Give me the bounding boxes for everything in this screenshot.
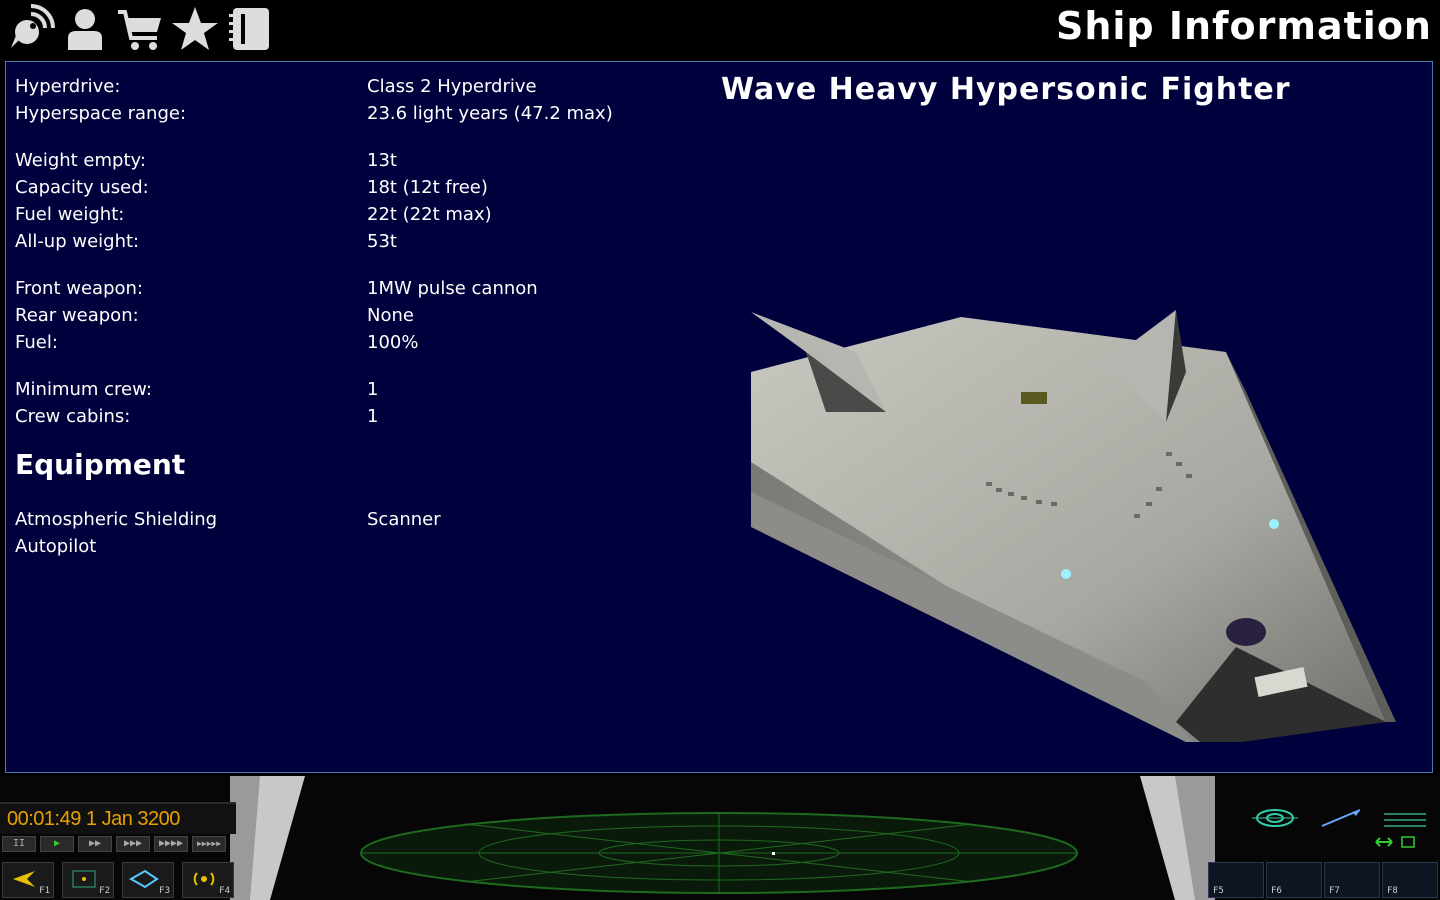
ship-model-view[interactable] — [746, 252, 1396, 742]
ship-info-panel: Hyperdrive: Class 2 Hyperdrive Hyperspac… — [5, 61, 1433, 773]
speed-4x-button[interactable]: ▶▶▶▶ — [154, 836, 188, 852]
hyperdrive-value: Class 2 Hyperdrive — [367, 76, 537, 97]
fuel-weight-value: 22t (22t max) — [367, 204, 492, 225]
reputation-star-icon[interactable] — [170, 4, 220, 54]
f2-key[interactable]: F2 — [62, 862, 114, 898]
clock-text: 00:01:49 1 Jan 3200 — [7, 808, 180, 830]
ship-name: Wave Heavy Hypersonic Fighter — [721, 72, 1291, 107]
ship-view-icon — [13, 871, 35, 887]
f3-key[interactable]: F3 — [122, 862, 174, 898]
bottom-console: 00:01:49 1 Jan 3200 II ▶ ▶▶ ▶▶▶ ▶▶▶▶ ▶▶▶… — [0, 776, 1440, 900]
weight-empty-value: 13t — [367, 150, 397, 171]
f7-key[interactable]: F7 — [1324, 862, 1380, 898]
target-icon[interactable] — [1252, 806, 1298, 830]
pause-button[interactable]: II — [2, 836, 36, 852]
front-weapon-label: Front weapon: — [15, 278, 143, 299]
capacity-used-label: Capacity used: — [15, 177, 149, 198]
fuel-value: 100% — [367, 332, 419, 353]
f5-key[interactable]: F5 — [1208, 862, 1264, 898]
crew-icon[interactable] — [60, 4, 110, 54]
f1-label: F1 — [39, 886, 50, 896]
console-bezel-right — [1140, 776, 1215, 900]
page-title: Ship Information — [1055, 4, 1432, 48]
f6-key[interactable]: F6 — [1266, 862, 1322, 898]
minimum-crew-value: 1 — [367, 379, 379, 400]
hyperdrive-label: Hyperdrive: — [15, 76, 121, 97]
f4-label: F4 — [219, 886, 230, 896]
f1-key[interactable]: F1 — [2, 862, 54, 898]
crew-cabins-value: 1 — [367, 406, 379, 427]
f5-label: F5 — [1213, 886, 1224, 896]
ecm-icon[interactable] — [1382, 806, 1428, 830]
speed-2x-button[interactable]: ▶▶ — [78, 836, 112, 852]
f8-label: F8 — [1387, 886, 1398, 896]
equipment-item: Scanner — [367, 509, 441, 530]
speed-5x-button[interactable]: ▶▶▶▶▶ — [192, 836, 226, 852]
sector-map-icon — [72, 870, 96, 888]
weight-empty-label: Weight empty: — [15, 150, 146, 171]
engine-thrust-icon — [1372, 834, 1418, 850]
f2-label: F2 — [99, 886, 110, 896]
f8-key[interactable]: F8 — [1382, 862, 1438, 898]
fuel-label: Fuel: — [15, 332, 58, 353]
f7-label: F7 — [1329, 886, 1340, 896]
equipment-item: Atmospheric Shielding — [15, 509, 218, 530]
comms-broadcast-icon — [193, 872, 215, 886]
speed-1x-button[interactable]: ▶ — [40, 836, 74, 852]
all-up-weight-value: 53t — [367, 231, 397, 252]
all-up-weight-label: All-up weight: — [15, 231, 140, 252]
front-weapon-value: 1MW pulse cannon — [367, 278, 538, 299]
hyperspace-range-value: 23.6 light years (47.2 max) — [367, 103, 613, 124]
fuel-weight-label: Fuel weight: — [15, 204, 125, 225]
equipment-item: Autopilot — [15, 536, 97, 557]
rear-weapon-label: Rear weapon: — [15, 305, 139, 326]
crew-cabins-label: Crew cabins: — [15, 406, 131, 427]
console-bezel-left — [230, 776, 305, 900]
comms-icon[interactable] — [5, 4, 55, 54]
capacity-used-value: 18t (12t free) — [367, 177, 488, 198]
f4-key[interactable]: F4 — [182, 862, 234, 898]
shop-icon[interactable] — [115, 4, 165, 54]
info-notebook-icon[interactable] — [225, 4, 275, 54]
ship-info-icon — [129, 869, 159, 889]
equipment-heading: Equipment — [15, 448, 186, 481]
missile-icon[interactable] — [1318, 806, 1364, 830]
radar-scanner[interactable] — [355, 810, 1083, 896]
f6-label: F6 — [1271, 886, 1282, 896]
speed-3x-button[interactable]: ▶▶▶ — [116, 836, 150, 852]
f3-label: F3 — [159, 886, 170, 896]
top-bar: Ship Information — [0, 0, 1440, 58]
rear-weapon-value: None — [367, 305, 414, 326]
hyperspace-range-label: Hyperspace range: — [15, 103, 187, 124]
game-clock: 00:01:49 1 Jan 3200 — [0, 802, 236, 834]
minimum-crew-label: Minimum crew: — [15, 379, 152, 400]
